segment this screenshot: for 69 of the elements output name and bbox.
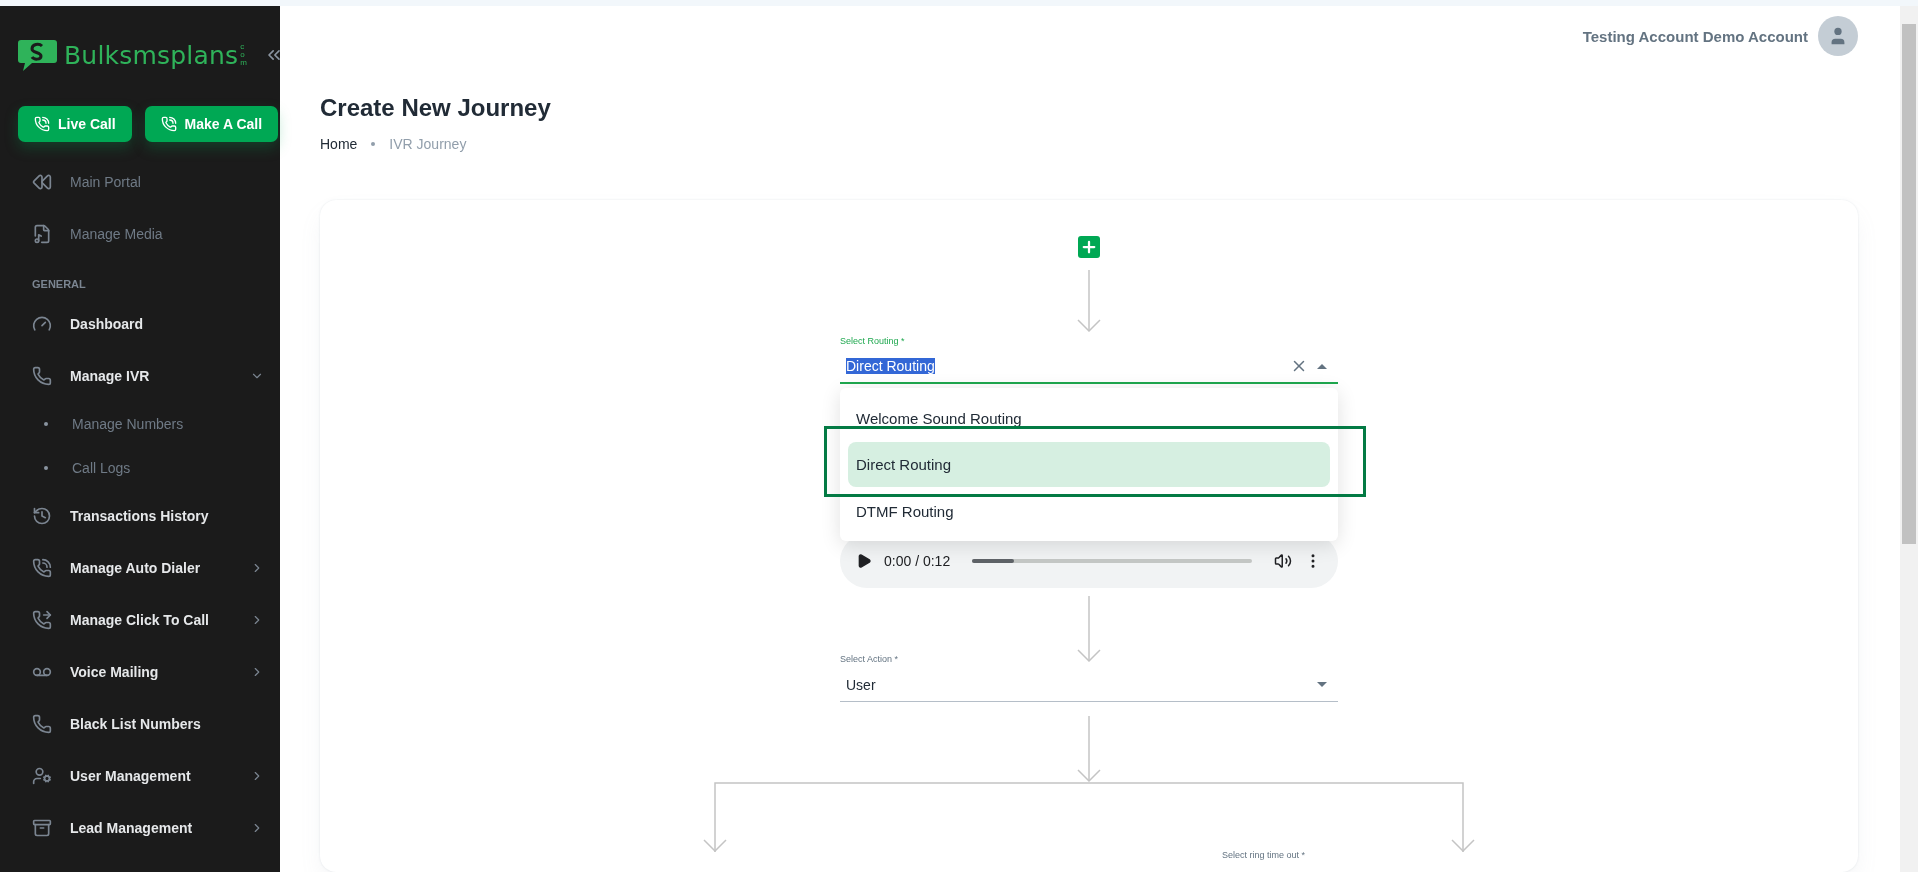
- user-gear-icon: [32, 766, 52, 786]
- sidebar-item[interactable]: Manage IVR: [18, 350, 285, 402]
- sidebar-item[interactable]: Dashboard: [18, 298, 285, 350]
- breadcrumb: IVR Journey: [389, 136, 467, 152]
- sidebar-item-label: Transactions History: [70, 508, 210, 524]
- phone-forward-icon: [32, 610, 52, 630]
- phone-call-icon: [34, 116, 50, 132]
- logo-suffix: com: [240, 43, 248, 67]
- add-button[interactable]: [1078, 236, 1100, 258]
- gauge-icon: [32, 314, 52, 334]
- sidebar-subitem-label: Call Logs: [72, 460, 131, 476]
- down-arrow: [1076, 270, 1102, 332]
- sidebar-item-label: Manage IVR: [70, 368, 151, 384]
- separator-dot: [371, 142, 376, 146]
- sidebar-item[interactable]: User Management: [18, 750, 285, 802]
- phone-icon: [32, 714, 52, 734]
- history-icon: [32, 506, 52, 526]
- sidebar-item-label: Manage Click To Call: [70, 612, 210, 628]
- sidebar-item[interactable]: Black List Numbers: [18, 698, 285, 750]
- sidebar-item-label: Lead Management: [70, 820, 194, 836]
- down-arrow: [1076, 716, 1102, 782]
- scrollbar[interactable]: [1902, 24, 1916, 544]
- phone-call-icon: [160, 116, 177, 132]
- play-icon[interactable]: [856, 553, 872, 569]
- field-label: Select Action *: [840, 654, 900, 664]
- sidebar-item[interactable]: Main Portal: [18, 156, 285, 208]
- dropdown-option[interactable]: Direct Routing: [848, 442, 1330, 487]
- bullet-icon: [44, 466, 48, 470]
- sidebar-item-label: Main Portal: [70, 174, 142, 190]
- sidebar-item-label: Manage Media: [70, 226, 164, 242]
- audio-time: 0:00 / 0:12: [884, 553, 951, 569]
- down-arrow: [1076, 596, 1102, 662]
- sidebar-item-label: Manage Auto Dialer: [70, 560, 202, 576]
- phone-call-icon: [32, 558, 52, 578]
- section-label: GENERAL: [31, 277, 87, 292]
- phone-icon: [32, 366, 52, 386]
- user-name: Testing Account Demo Account: [1582, 27, 1808, 45]
- sidebar-item-label: User Management: [70, 768, 192, 784]
- audio-progress[interactable]: [972, 559, 1252, 563]
- sidebar-item[interactable]: Lead Management: [18, 802, 285, 854]
- sidebar-item-label: Black List Numbers: [70, 716, 202, 732]
- sidebar-subitem-label: Manage Numbers: [72, 416, 184, 432]
- archive-icon: [32, 818, 52, 838]
- sidebar-subitem[interactable]: Call Logs: [18, 446, 285, 490]
- field-label: Select Routing *: [840, 336, 906, 346]
- sidebar-subitem[interactable]: Manage Numbers: [18, 402, 285, 446]
- sidebar-item[interactable]: Voice Mailing: [18, 646, 285, 698]
- sidebar-item[interactable]: Manage Media: [18, 208, 285, 260]
- field-label: Select ring time out *: [1221, 850, 1305, 860]
- page-title: Create New Journey: [320, 94, 552, 122]
- logo-icon: [18, 38, 58, 72]
- sidebar-item[interactable]: Manage Click To Call: [18, 594, 285, 646]
- rewind-icon: [32, 172, 52, 192]
- avatar-icon[interactable]: [1818, 16, 1858, 56]
- volume-icon[interactable]: [1274, 552, 1292, 570]
- breadcrumb[interactable]: Home: [320, 136, 358, 152]
- select-value: Direct Routing: [846, 358, 935, 374]
- routing-select[interactable]: Direct Routing: [840, 354, 1338, 384]
- bullet-icon: [44, 422, 48, 426]
- music-file-icon: [32, 224, 52, 244]
- dropdown-option[interactable]: DTMF Routing: [848, 488, 1330, 534]
- select-value: User: [846, 676, 877, 693]
- logo-text: Bulksmsplans: [64, 40, 239, 70]
- sidebar-item-label: Voice Mailing: [70, 664, 160, 680]
- sidebar-item[interactable]: Transactions History: [18, 490, 285, 542]
- sidebar-item-label: Dashboard: [70, 316, 145, 332]
- dropdown-option[interactable]: Welcome Sound Routing: [848, 395, 1330, 441]
- sidebar-item[interactable]: Manage Auto Dialer: [18, 542, 285, 594]
- action-select[interactable]: User: [840, 672, 1338, 702]
